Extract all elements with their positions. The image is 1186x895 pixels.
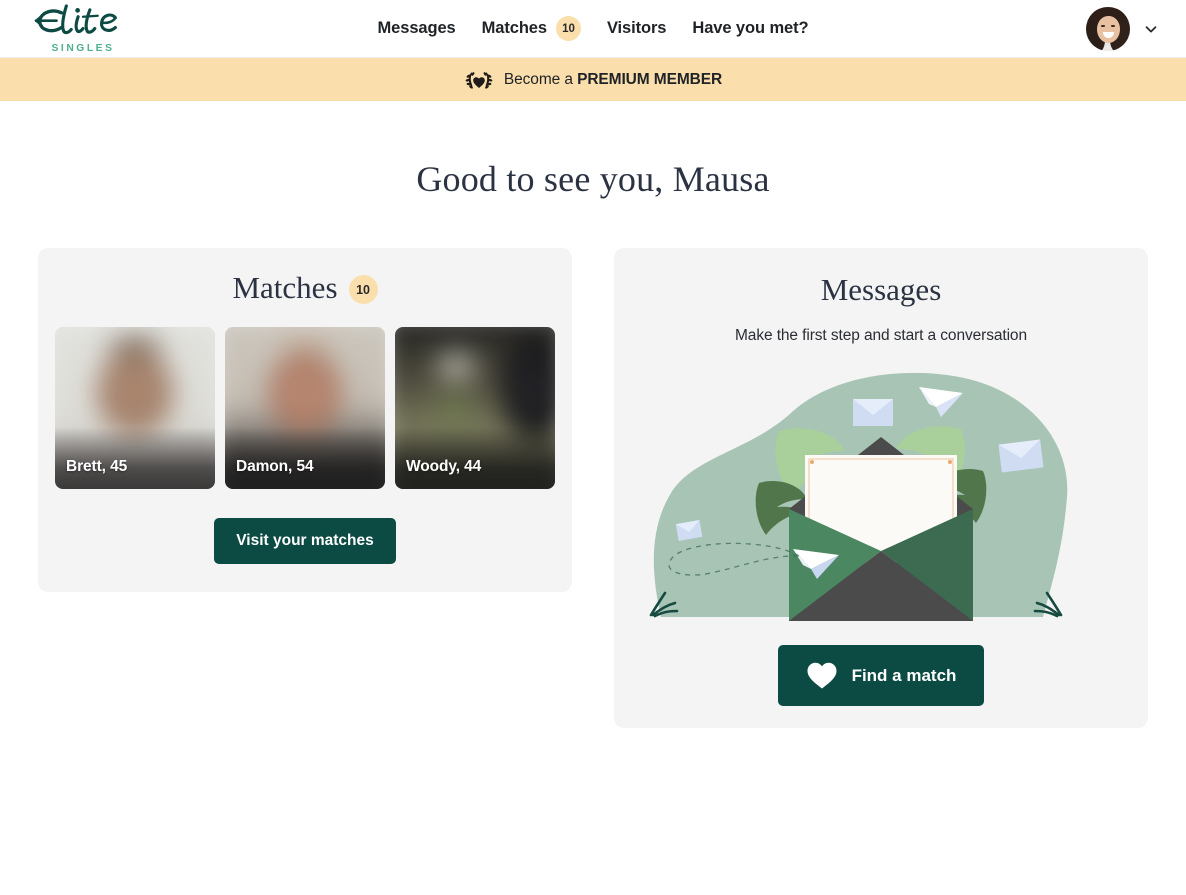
main-navigation: Messages Matches 10 Visitors Have you me… <box>0 16 1186 41</box>
small-envelope-icon <box>998 439 1044 473</box>
match-tiles: Brett, 45 Damon, 54 Woody, 44 <box>38 327 572 489</box>
messages-card-title: Messages <box>614 272 1148 308</box>
premium-banner-strong: PREMIUM MEMBER <box>577 70 723 88</box>
messages-card-title-label: Messages <box>820 272 942 307</box>
match-tile[interactable]: Damon, 54 <box>225 327 385 489</box>
laurel-wreath-heart-icon <box>465 71 493 89</box>
match-name: Damon, 54 <box>236 458 314 475</box>
account-menu[interactable] <box>1086 6 1160 51</box>
site-header: SINGLES Messages Matches 10 Visitors Hav… <box>0 0 1186 58</box>
premium-member-banner[interactable]: Become a PREMIUM MEMBER <box>0 58 1186 101</box>
match-tile[interactable]: Woody, 44 <box>395 327 555 489</box>
nav-item-visitors[interactable]: Visitors <box>606 19 667 38</box>
nav-matches-badge: 10 <box>555 16 581 41</box>
find-a-match-label: Find a match <box>851 665 957 685</box>
main-content: Good to see you, Mausa Matches 10 Brett,… <box>0 101 1186 728</box>
dashboard-cards: Matches 10 Brett, 45 Damon, 54 Woody, 44… <box>0 248 1186 728</box>
find-a-match-button[interactable]: Find a match <box>777 645 985 706</box>
nav-item-have-you-met-label: Have you met? <box>692 19 809 37</box>
nav-item-messages[interactable]: Messages <box>378 19 456 38</box>
premium-banner-prefix: Become a <box>503 70 578 88</box>
matches-card-title: Matches 10 <box>38 270 572 306</box>
matches-card-title-label: Matches <box>232 270 338 305</box>
singles-subtext-icon: SINGLES <box>52 43 115 54</box>
nav-item-visitors-label: Visitors <box>606 19 667 37</box>
nav-item-matches[interactable]: Matches 10 <box>482 16 581 41</box>
messages-illustration-wrapper <box>614 359 1148 629</box>
visit-your-matches-button[interactable]: Visit your matches <box>214 518 396 564</box>
premium-banner-text: Become a PREMIUM MEMBER <box>504 71 722 89</box>
svg-text:SINGLES: SINGLES <box>52 43 115 54</box>
matches-card: Matches 10 Brett, 45 Damon, 54 Woody, 44… <box>38 248 572 592</box>
messages-card-subtitle: Make the first step and start a conversa… <box>735 327 1027 344</box>
match-name: Woody, 44 <box>406 458 482 475</box>
open-envelope-with-letter-illustration <box>649 372 1068 621</box>
match-name: Brett, 45 <box>66 458 128 475</box>
nav-item-messages-label: Messages <box>377 19 456 37</box>
nav-item-matches-label: Matches <box>481 19 547 37</box>
page-title: Good to see you, Mausa <box>416 159 770 199</box>
matches-card-badge: 10 <box>348 275 378 304</box>
match-tile[interactable]: Brett, 45 <box>55 327 215 489</box>
small-envelope-icon <box>853 399 893 426</box>
avatar[interactable] <box>1086 6 1130 51</box>
nav-item-have-you-met[interactable]: Have you met? <box>692 19 808 38</box>
messages-card: Messages Make the first step and start a… <box>614 248 1148 728</box>
heart-icon <box>807 662 837 689</box>
chevron-down-icon[interactable] <box>1142 20 1160 38</box>
